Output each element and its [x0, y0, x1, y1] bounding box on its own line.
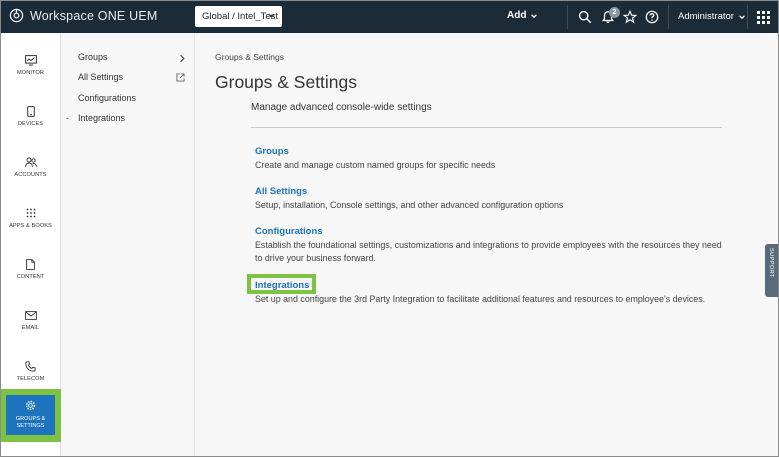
nav-item-label: ACCOUNTS — [14, 172, 47, 178]
nav-item-label-line2: SETTINGS — [16, 423, 45, 430]
help-icon[interactable] — [644, 9, 660, 25]
star-icon[interactable] — [622, 9, 638, 25]
toolbar-divider — [747, 5, 748, 29]
chevron-down-icon — [268, 13, 275, 18]
nav-item-label: CONTENT — [16, 274, 45, 280]
subnav-item-all-settings[interactable]: All Settings — [78, 72, 123, 82]
chevron-down-icon — [739, 14, 745, 19]
add-button[interactable]: Add — [507, 10, 538, 21]
subnav-item-configurations[interactable]: Configurations — [78, 93, 136, 103]
breadcrumb[interactable]: Groups & Settings — [215, 52, 284, 62]
secondary-nav: Groups All Settings Configurations - Int… — [61, 33, 195, 456]
page-title: Groups & Settings — [215, 72, 358, 92]
page-subtitle: Manage advanced console-wide settings — [251, 102, 432, 113]
nav-item-label: APPS & BOOKS — [9, 223, 52, 229]
toolbar-divider — [668, 5, 669, 29]
primary-nav: MONITOR DEVICES ACCOUNTS APPS & BOOKS CO… — [1, 33, 61, 456]
gear-icon — [25, 400, 36, 414]
telephone-icon — [25, 360, 36, 372]
brand[interactable]: Workspace ONE UEM — [9, 8, 158, 23]
support-tab[interactable]: SUPPORT — [765, 244, 778, 297]
section-link-configurations[interactable]: Configurations — [255, 226, 323, 237]
nav-item-accounts[interactable]: ACCOUNTS — [1, 144, 60, 190]
section-link-all-settings[interactable]: All Settings — [255, 186, 307, 197]
active-marker: - — [66, 113, 69, 123]
nav-item-label-line1: GROUPS & — [15, 415, 46, 422]
apps-grid-icon[interactable] — [755, 9, 771, 25]
main-content: Groups & Settings Groups & Settings Mana… — [195, 33, 778, 456]
section-link-integrations[interactable]: Integrations — [255, 280, 309, 291]
monitor-icon — [24, 54, 37, 66]
toolbar-divider — [567, 5, 568, 29]
org-group-select[interactable]: Global / Intel_Test — [195, 6, 282, 27]
user-name: Administrator — [678, 11, 734, 22]
nav-item-label: MONITOR — [16, 70, 44, 76]
phone-icon — [26, 105, 35, 117]
top-bar: Workspace ONE UEM Global / Intel_Test Ad… — [1, 1, 778, 33]
section-desc-integrations: Set up and configure the 3rd Party Integ… — [255, 294, 706, 304]
notification-badge: 2 — [609, 7, 620, 18]
subnav-item-groups[interactable]: Groups — [78, 52, 108, 62]
nav-item-telecom[interactable]: TELECOM — [1, 348, 60, 394]
document-icon — [26, 258, 35, 270]
section-link-groups[interactable]: Groups — [255, 146, 289, 157]
nav-item-apps-books[interactable]: APPS & BOOKS — [1, 195, 60, 241]
section-desc-configurations: Establish the foundational settings, cus… — [255, 240, 722, 263]
mail-icon — [24, 309, 37, 321]
app-title: Workspace ONE UEM — [30, 8, 158, 23]
subnav-item-integrations[interactable]: Integrations — [78, 113, 125, 123]
divider — [251, 127, 722, 128]
external-link-icon[interactable] — [176, 73, 185, 82]
nav-item-monitor[interactable]: MONITOR — [1, 42, 60, 88]
search-icon[interactable] — [577, 9, 593, 25]
nav-item-label: EMAIL — [21, 325, 40, 331]
users-icon — [24, 156, 37, 168]
add-label: Add — [507, 10, 527, 21]
section-desc-groups: Create and manage custom named groups fo… — [255, 160, 496, 170]
apps-grid-icon — [26, 207, 36, 219]
chevron-down-icon — [531, 13, 538, 18]
chevron-right-icon[interactable] — [178, 54, 186, 63]
nav-item-content[interactable]: CONTENT — [1, 246, 60, 292]
workspace-one-logo-icon — [9, 8, 24, 23]
nav-item-label: TELECOM — [16, 376, 45, 382]
nav-item-groups-settings[interactable]: GROUPS & SETTINGS — [6, 395, 55, 435]
nav-item-email[interactable]: EMAIL — [1, 297, 60, 343]
support-label: SUPPORT — [768, 248, 774, 278]
section-desc-all-settings: Setup, installation, Console settings, a… — [255, 200, 564, 210]
user-menu[interactable]: Administrator — [678, 11, 746, 22]
nav-item-label: DEVICES — [17, 121, 44, 127]
nav-item-devices[interactable]: DEVICES — [1, 93, 60, 139]
app-window: Workspace ONE UEM Global / Intel_Test Ad… — [0, 0, 779, 457]
